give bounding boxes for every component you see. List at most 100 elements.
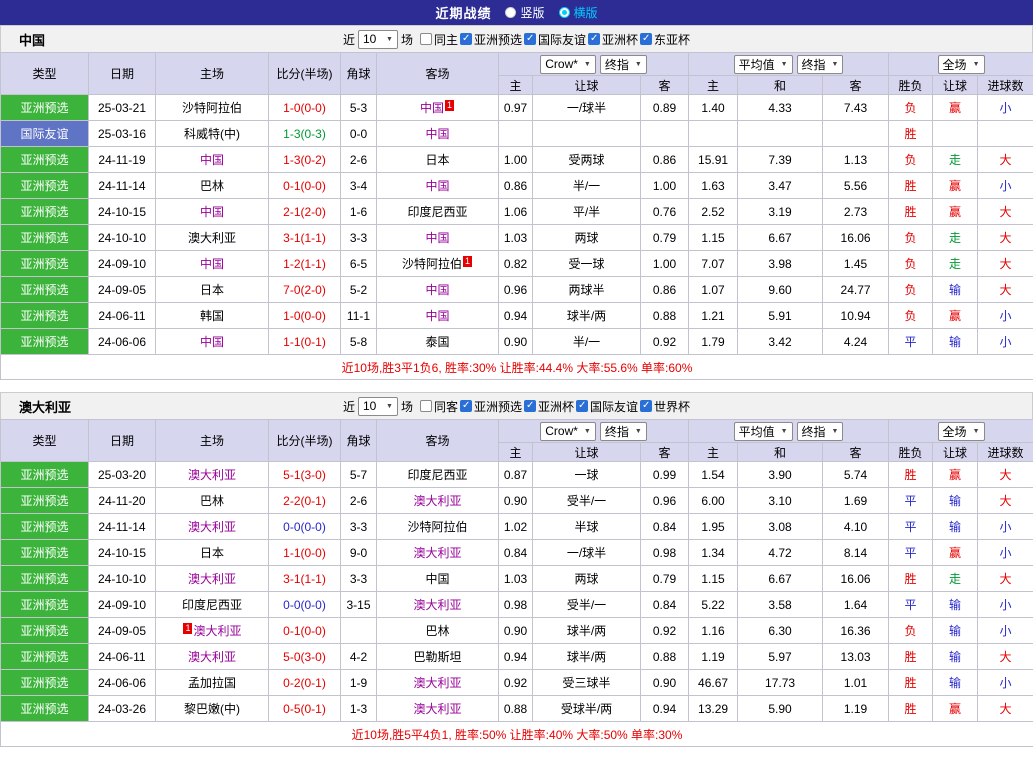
home-team-cell: 科威特(中): [156, 121, 269, 147]
corner-cell: 3-4: [341, 173, 377, 199]
handicap-cell: 两球半: [533, 277, 641, 303]
filter-checkbox[interactable]: 亚洲杯: [524, 398, 574, 415]
match-row: 亚洲预选24-11-20巴林2-2(0-1)2-6澳大利亚0.90受半/一0.9…: [1, 488, 1033, 514]
layout-option-horizontal[interactable]: 横版: [559, 4, 598, 21]
checkbox-label: 亚洲杯: [602, 31, 638, 48]
radio-label: 横版: [574, 4, 598, 21]
avg-away-cell: 8.14: [823, 540, 889, 566]
filter-checkbox[interactable]: 东亚杯: [640, 31, 690, 48]
avg-final-select[interactable]: 终指▼: [797, 422, 844, 441]
match-count-select[interactable]: 10▼: [358, 397, 398, 416]
filter-checkbox[interactable]: 国际友谊: [524, 31, 586, 48]
match-date-cell: 24-11-19: [89, 147, 156, 173]
match-date-cell: 24-06-11: [89, 303, 156, 329]
corner-cell: 2-6: [341, 147, 377, 173]
filter-checkbox[interactable]: 国际友谊: [576, 398, 638, 415]
avg-away-cell: 4.24: [823, 329, 889, 355]
handicap-cell: 受半/一: [533, 592, 641, 618]
match-type-cell: 亚洲预选: [1, 173, 89, 199]
bookmaker-select[interactable]: Crow*▼: [540, 55, 596, 74]
team-name: 澳大利亚: [413, 546, 461, 560]
team-name: 中国: [420, 101, 444, 115]
match-type-cell: 亚洲预选: [1, 147, 89, 173]
bookmaker-select[interactable]: Crow*▼: [540, 422, 596, 441]
handicap-result-cell: 走: [933, 251, 978, 277]
fulltime-select[interactable]: 全场▼: [938, 55, 985, 74]
result-cell: 负: [889, 618, 933, 644]
match-count-select[interactable]: 10▼: [358, 30, 398, 49]
odds-away-cell: 0.99: [641, 462, 689, 488]
away-team-cell: 日本: [377, 147, 499, 173]
checkbox-icon: [524, 400, 536, 412]
fulltime-header-cell: 全场▼: [889, 53, 1033, 76]
handicap-result-cell: 赢: [933, 199, 978, 225]
team-section: 中国 近 10▼ 场 同主亚洲预选国际友谊亚洲杯东亚杯 类型 日期 主场 比: [0, 25, 1033, 380]
subcol-header: 胜负: [889, 76, 933, 95]
match-type-cell: 亚洲预选: [1, 592, 89, 618]
handicap-cell: 半/一: [533, 173, 641, 199]
avg-home-cell: 1.95: [689, 514, 738, 540]
subcol-header: 客: [641, 443, 689, 462]
chevron-down-icon: ▼: [635, 428, 642, 435]
col-header: 主场: [156, 420, 269, 462]
corner-cell: 3-3: [341, 514, 377, 540]
corner-cell: 3-3: [341, 566, 377, 592]
handicap-cell: 两球: [533, 566, 641, 592]
match-row: 亚洲预选25-03-21沙特阿拉伯1-0(0-0)5-3中国10.97一/球半0…: [1, 95, 1033, 121]
chevron-down-icon: ▼: [832, 428, 839, 435]
corner-cell: 5-7: [341, 462, 377, 488]
col-header: 日期: [89, 420, 156, 462]
odds-final-select[interactable]: 终指▼: [600, 422, 647, 441]
home-team-cell: 印度尼西亚: [156, 592, 269, 618]
odds-away-cell: 0.98: [641, 540, 689, 566]
match-date-cell: 25-03-21: [89, 95, 156, 121]
filter-checkbox[interactable]: 亚洲杯: [588, 31, 638, 48]
avg-draw-cell: 3.58: [738, 592, 823, 618]
away-team-cell: 沙特阿拉伯1: [377, 251, 499, 277]
match-row: 亚洲预选24-10-15中国2-1(2-0)1-6印度尼西亚1.06平/半0.7…: [1, 199, 1033, 225]
match-type-cell: 亚洲预选: [1, 95, 89, 121]
filter-checkbox[interactable]: 同主: [420, 31, 458, 48]
odds-final-select[interactable]: 终指▼: [600, 55, 647, 74]
odds-away-cell: 1.00: [641, 173, 689, 199]
team-name: 澳大利亚: [188, 650, 236, 664]
odds-away-cell: 1.00: [641, 251, 689, 277]
avg-home-cell: 1.34: [689, 540, 738, 566]
team-name: 孟加拉国: [188, 676, 236, 690]
filter-checkbox[interactable]: 亚洲预选: [460, 398, 522, 415]
handicap-result-cell: 走: [933, 566, 978, 592]
goals-cell: 小: [978, 95, 1033, 121]
fulltime-select[interactable]: 全场▼: [938, 422, 985, 441]
layout-option-vertical[interactable]: 竖版: [505, 4, 544, 21]
match-row: 亚洲预选24-10-10澳大利亚3-1(1-1)3-3中国1.03两球0.791…: [1, 566, 1033, 592]
team-name: 巴林: [425, 624, 449, 638]
col-header: 角球: [341, 420, 377, 462]
odds-header-cell: Crow*▼ 终指▼: [499, 420, 689, 443]
subcol-header: 让球: [933, 76, 978, 95]
filter-checkbox[interactable]: 世界杯: [640, 398, 690, 415]
avg-home-cell: 1.07: [689, 277, 738, 303]
result-cell: 负: [889, 251, 933, 277]
avg-final-select[interactable]: 终指▼: [797, 55, 844, 74]
subcol-header: 进球数: [978, 76, 1033, 95]
team-name: 韩国: [200, 309, 224, 323]
chevron-down-icon: ▼: [584, 61, 591, 68]
avg-draw-cell: 6.67: [738, 566, 823, 592]
chevron-down-icon: ▼: [973, 428, 980, 435]
result-cell: 胜: [889, 696, 933, 722]
subcol-header: 客: [823, 76, 889, 95]
score-cell: 0-0(0-0): [269, 514, 341, 540]
games-label: 场: [401, 398, 413, 415]
score-cell: 0-1(0-0): [269, 173, 341, 199]
filter-checkbox[interactable]: 同客: [420, 398, 458, 415]
subcol-header: 和: [738, 76, 823, 95]
match-date-cell: 24-11-14: [89, 514, 156, 540]
team-name: 澳大利亚: [413, 702, 461, 716]
filter-checkbox[interactable]: 亚洲预选: [460, 31, 522, 48]
match-row: 亚洲预选24-09-10印度尼西亚0-0(0-0)3-15澳大利亚0.98受半/…: [1, 592, 1033, 618]
checkbox-label: 亚洲杯: [538, 398, 574, 415]
summary-text: 近10场,胜5平4负1, 胜率:50% 让胜率:40% 大率:50% 单率:30…: [1, 722, 1033, 747]
avg-select[interactable]: 平均值▼: [734, 422, 793, 441]
avg-select[interactable]: 平均值▼: [734, 55, 793, 74]
handicap-result-cell: 输: [933, 670, 978, 696]
